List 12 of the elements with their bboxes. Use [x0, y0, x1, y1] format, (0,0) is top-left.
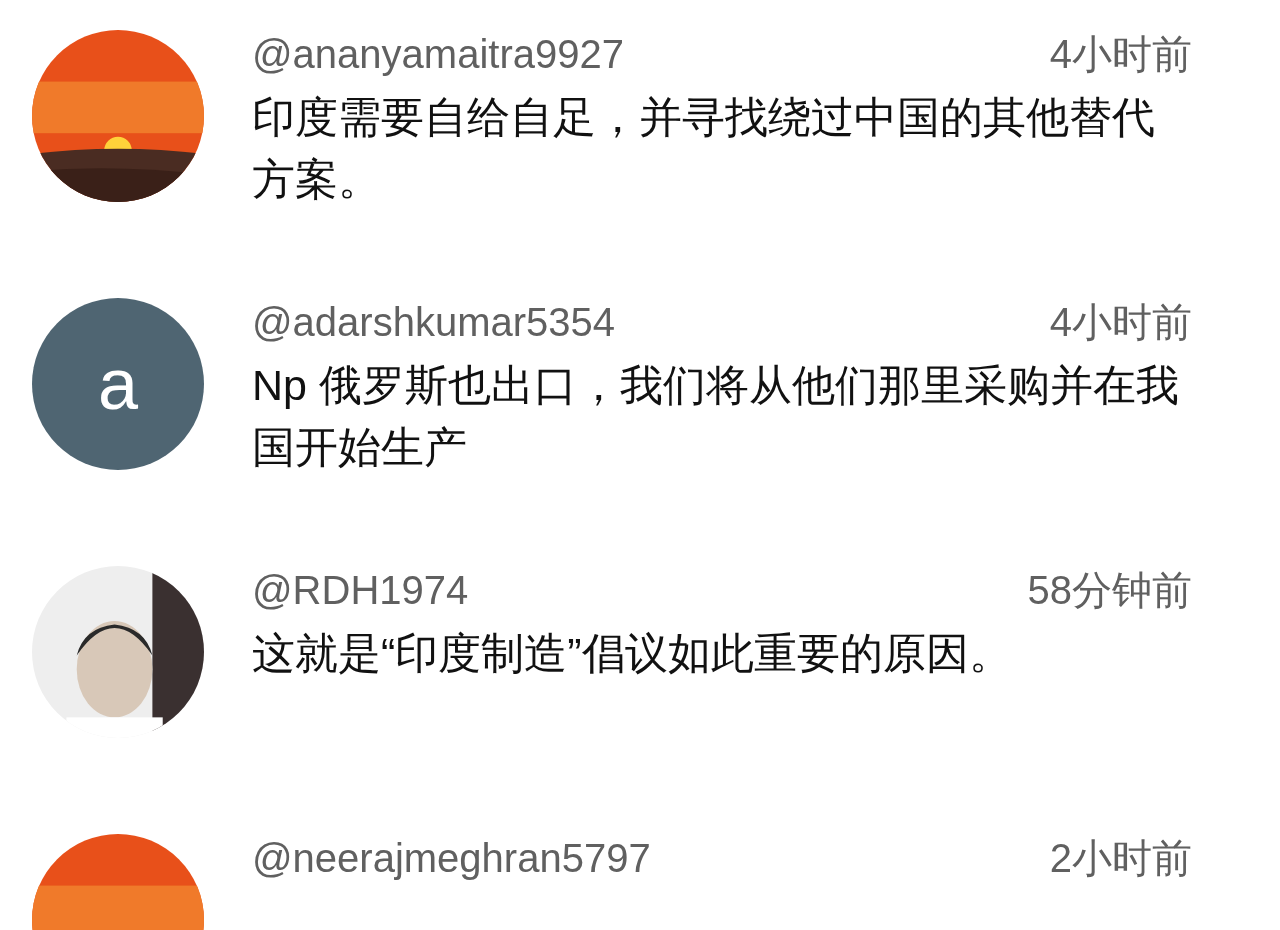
username[interactable]: @neerajmeghran5797 [252, 834, 651, 882]
comment-text: 这就是“印度制造”倡议如此重要的原因。 [252, 628, 1013, 679]
timestamp: 2小时前 [1049, 835, 1192, 882]
username[interactable]: @RDH1974 [252, 566, 469, 614]
timestamp: 4小时前 [1049, 31, 1192, 78]
comment-text: 印度需要自给自足，并寻找绕过中国的其他替代方案。 [252, 92, 1156, 206]
username[interactable]: @adarshkumar5354 [252, 298, 616, 346]
timestamp: 4小时前 [1049, 299, 1192, 346]
username[interactable]: @ananyamaitra9927 [252, 30, 624, 78]
avatar[interactable]: a [32, 298, 204, 470]
comment-text: Np 俄罗斯也出口，我们将从他们那里采购并在我国开始生产 [252, 360, 1180, 474]
timestamp: 58分钟前 [1027, 567, 1192, 614]
